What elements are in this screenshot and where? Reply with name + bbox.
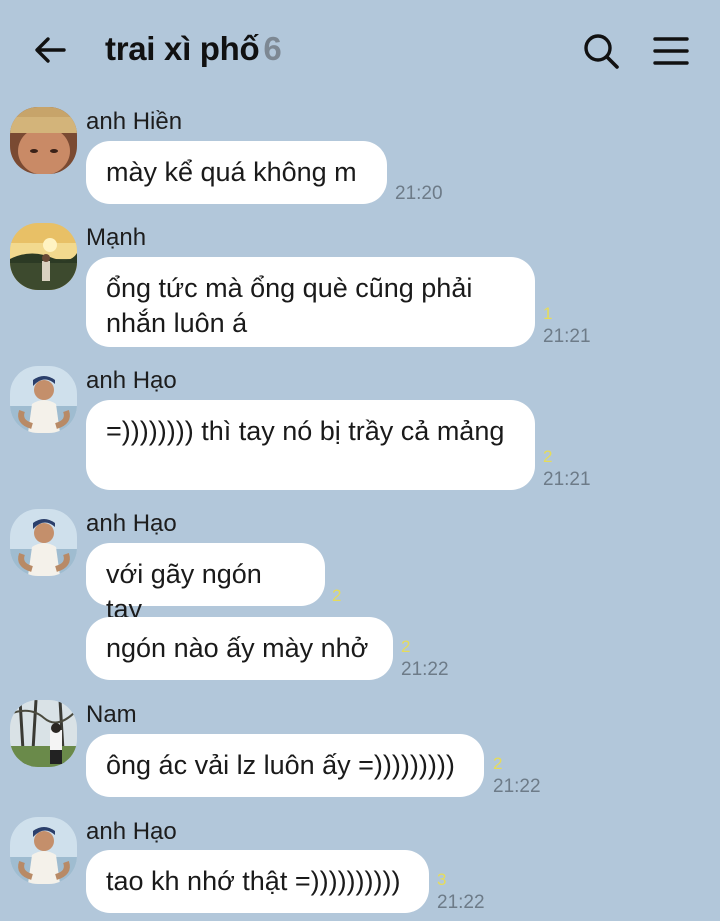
message-text: tao kh nhớ thật =)))))))))): [106, 866, 401, 896]
unread-count: 2: [493, 754, 503, 773]
avatar[interactable]: [10, 107, 77, 174]
message-time: 21:22: [401, 659, 449, 680]
sender-name: anh Hạo: [86, 367, 177, 394]
message-time: 21:22: [493, 776, 541, 797]
message-bubble[interactable]: =)))))))) thì tay nó bị trầy cả mảng: [86, 400, 535, 490]
search-button[interactable]: [578, 28, 624, 74]
message-bubble[interactable]: mày kể quá không m: [86, 141, 387, 204]
message-bubble[interactable]: tao kh nhớ thật =)))))))))): [86, 850, 429, 913]
sender-name: Mạnh: [86, 224, 147, 251]
sender-name: anh Hạo: [86, 510, 177, 537]
chat-title[interactable]: trai xì phố 6: [105, 30, 282, 68]
avatar[interactable]: [10, 817, 77, 884]
arrow-left-icon: [35, 37, 66, 63]
chat-header: trai xì phố 6: [0, 0, 720, 100]
back-button[interactable]: [30, 30, 70, 70]
message-bubble[interactable]: ngón nào ấy mày nhở: [86, 617, 393, 680]
message-text: mày kể quá không m: [106, 157, 357, 187]
message-text: ổng tức mà ổng què cũng phải nhắn luôn á: [106, 273, 473, 338]
unread-count: 2: [401, 637, 411, 656]
unread-count: 2: [332, 586, 342, 605]
avatar-photo: [10, 223, 77, 290]
sender-name: anh Hạo: [86, 818, 177, 845]
message-time: 21:21: [543, 326, 591, 347]
avatar-photo: [10, 107, 77, 174]
message-time: 21:22: [437, 892, 485, 913]
message-time: 21:21: [543, 469, 591, 490]
message-text: với gãy ngón tay: [106, 559, 262, 624]
message-text: =)))))))) thì tay nó bị trầy cả mảng: [106, 416, 505, 446]
menu-button[interactable]: [648, 28, 694, 74]
group-name: trai xì phố: [105, 30, 260, 67]
avatar-photo: [10, 817, 77, 884]
unread-count: 2: [543, 447, 553, 466]
message-time: 21:20: [395, 183, 443, 204]
message-bubble[interactable]: với gãy ngón tay: [86, 543, 325, 624]
message-bubble[interactable]: ông ác vải lz luôn ấy =))))))))): [86, 734, 484, 797]
avatar-photo: [10, 509, 77, 576]
sender-name: Nam: [86, 701, 137, 728]
avatar-photo: [10, 700, 77, 767]
sender-name: anh Hiền: [86, 108, 183, 135]
avatar[interactable]: [10, 223, 77, 290]
search-icon: [584, 34, 619, 69]
menu-icon: [653, 37, 689, 65]
unread-count: 1: [543, 304, 553, 323]
message-bubble[interactable]: ổng tức mà ổng què cũng phải nhắn luôn á: [86, 257, 535, 347]
avatar[interactable]: [10, 366, 77, 433]
unread-count: 3: [437, 870, 447, 889]
avatar[interactable]: [10, 509, 77, 576]
message-text: ông ác vải lz luôn ấy =))))))))): [106, 750, 455, 780]
member-count: 6: [263, 30, 282, 67]
message-text: ngón nào ấy mày nhở: [106, 633, 369, 663]
avatar-photo: [10, 366, 77, 433]
avatar[interactable]: [10, 700, 77, 767]
